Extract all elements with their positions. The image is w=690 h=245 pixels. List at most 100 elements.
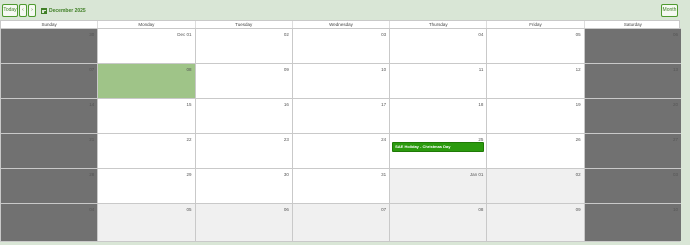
previous-month-button[interactable]: ‹ [19, 4, 27, 17]
day-number: 19 [575, 102, 581, 107]
day-cell[interactable]: 04 [389, 29, 487, 63]
next-month-button[interactable]: › [28, 4, 36, 17]
month-view-button[interactable]: Month [661, 4, 678, 17]
day-cell[interactable]: 22 [97, 134, 195, 168]
day-number: 02 [283, 32, 289, 37]
day-cell[interactable]: 26 [486, 134, 584, 168]
day-number: 24 [381, 137, 387, 142]
week-row: 07 08 09 10 11 12 13 [1, 64, 681, 99]
day-cell[interactable]: 03 [291, 29, 390, 63]
day-number: 16 [283, 102, 289, 107]
day-cell[interactable]: 03 [583, 169, 681, 203]
day-cell[interactable]: 16 [194, 99, 292, 133]
day-cell[interactable]: 17 [291, 99, 390, 133]
day-number: 30 [89, 32, 95, 37]
week-row: 04 05 06 07 08 09 10 [1, 204, 681, 241]
day-cell[interactable]: 15 [97, 99, 195, 133]
day-number: 27 [672, 137, 678, 142]
day-cell[interactable]: 30 [1, 29, 98, 63]
day-number: 13 [672, 67, 678, 72]
day-number: 11 [478, 67, 484, 72]
day-cell[interactable]: 23 [194, 134, 292, 168]
day-number: 30 [283, 172, 289, 177]
day-cell[interactable]: 13 [583, 64, 681, 98]
day-number: 04 [478, 32, 484, 37]
day-cell[interactable]: 04 [1, 204, 98, 241]
weekday-label: Monday [97, 21, 194, 28]
day-number: 10 [672, 207, 678, 212]
day-number: 04 [89, 207, 95, 212]
day-number: 15 [186, 102, 192, 107]
calendar-icon [41, 7, 47, 14]
day-cell[interactable]: 07 [291, 204, 390, 241]
day-cell[interactable]: 06 [583, 29, 681, 63]
day-cell[interactable]: 11 [389, 64, 487, 98]
day-cell[interactable]: 10 [583, 204, 681, 241]
day-number: Dec 01 [177, 32, 192, 37]
day-number: 03 [381, 32, 387, 37]
weekday-label: Sunday [41, 22, 57, 27]
calendar-toolbar: Today ‹ › December 2025 Month [0, 0, 690, 20]
today-cell[interactable]: 08 [97, 64, 195, 98]
week-row: 28 29 30 31 Jan 01 02 03 [1, 169, 681, 204]
day-number: 23 [283, 137, 289, 142]
week-row: 30 Dec 01 02 03 04 05 06 [1, 29, 681, 64]
month-picker[interactable]: December 2025 [41, 6, 86, 15]
day-cell[interactable]: 19 [486, 99, 584, 133]
day-cell[interactable]: 12 [486, 64, 584, 98]
weekday-header: Sunday Monday Tuesday Wednesday Thursday… [1, 21, 681, 29]
week-row: 14 15 16 17 18 19 20 [1, 99, 681, 134]
weekday-label: Tuesday [194, 21, 292, 28]
today-button[interactable]: Today [2, 4, 18, 17]
day-cell[interactable]: 28 [1, 169, 98, 203]
day-cell[interactable]: 31 [291, 169, 390, 203]
day-cell[interactable]: 09 [194, 64, 292, 98]
event-christmas-day[interactable]: SAE Holiday - Christmas Day [392, 142, 485, 152]
day-cell[interactable]: 30 [194, 169, 292, 203]
day-cell[interactable]: 07 [1, 64, 98, 98]
day-number: 28 [89, 172, 95, 177]
day-number: 18 [478, 102, 484, 107]
month-grid: Sunday Monday Tuesday Wednesday Thursday… [0, 20, 681, 242]
day-number: 06 [672, 32, 678, 37]
day-cell[interactable]: Dec 01 [97, 29, 195, 63]
day-number: 20 [672, 102, 678, 107]
day-cell[interactable]: 18 [389, 99, 487, 133]
day-number: 07 [89, 67, 95, 72]
day-number: 10 [381, 67, 387, 72]
day-number: 07 [381, 207, 387, 212]
day-cell[interactable]: 06 [194, 204, 292, 241]
day-number: 29 [186, 172, 192, 177]
day-cell[interactable]: 27 [583, 134, 681, 168]
day-number: 06 [283, 207, 289, 212]
weekday-label: Wednesday [291, 21, 389, 28]
day-cell[interactable]: 29 [97, 169, 195, 203]
day-number: 05 [186, 207, 192, 212]
day-number: 05 [575, 32, 581, 37]
weekday-label: Saturday [583, 21, 681, 28]
day-number: 14 [89, 102, 95, 107]
day-cell[interactable]: 05 [97, 204, 195, 241]
current-month-label: December 2025 [49, 7, 86, 14]
day-number: 02 [575, 172, 581, 177]
day-cell[interactable]: 09 [486, 204, 584, 241]
day-cell[interactable]: 10 [291, 64, 390, 98]
day-number: 22 [186, 137, 192, 142]
day-cell[interactable]: 21 [1, 134, 98, 168]
day-number: 09 [575, 207, 581, 212]
day-number: 17 [381, 102, 387, 107]
day-cell[interactable]: 25 SAE Holiday - Christmas Day [389, 134, 487, 168]
day-cell[interactable]: 20 [583, 99, 681, 133]
day-cell[interactable]: 08 [389, 204, 487, 241]
weekday-label: Thursday [389, 21, 486, 28]
day-cell[interactable]: Jan 01 [389, 169, 487, 203]
day-cell[interactable]: 02 [486, 169, 584, 203]
day-number: 08 [478, 207, 484, 212]
day-cell[interactable]: 24 [291, 134, 390, 168]
day-cell[interactable]: 14 [1, 99, 98, 133]
day-number: 03 [672, 172, 678, 177]
day-cell[interactable]: 02 [194, 29, 292, 63]
weekday-label: Friday [486, 21, 583, 28]
week-row: 21 22 23 24 25 SAE Holiday - Christmas D… [1, 134, 681, 169]
day-cell[interactable]: 05 [486, 29, 584, 63]
